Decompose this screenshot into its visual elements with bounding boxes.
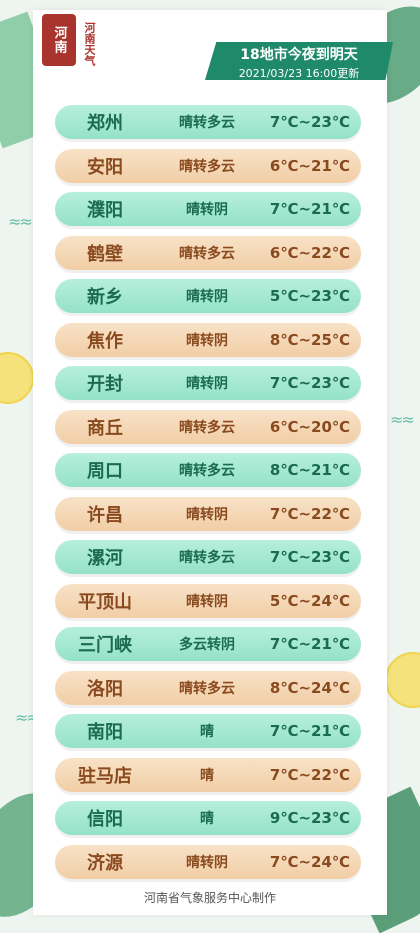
forecast-row: 商丘 晴转多云 6℃~20℃ [55,409,361,444]
forecast-row: 洛阳 晴转多云 8℃~24℃ [55,670,361,705]
weather-condition: 晴转阴 [186,854,228,871]
title-banner: 18地市今夜到明天 2021/03/23 16:00更新 [205,42,393,80]
forecast-row: 安阳 晴转多云 6℃~21℃ [55,148,361,183]
temperature-range: 6℃~20℃ [269,417,351,436]
weather-condition: 晴 [200,724,214,740]
forecast-row: 信阳 晴 9℃~23℃ [55,801,361,835]
forecast-row: 濮阳 晴转阴 7℃~21℃ [55,192,361,226]
temperature-range: 8℃~25℃ [269,330,351,349]
temperature-range: 7℃~22℃ [269,765,351,784]
weather-condition: 晴转阴 [186,332,228,349]
forecast-row: 焦作 晴转阴 8℃~25℃ [55,322,361,357]
temperature-range: 7℃~24℃ [269,852,351,871]
weather-condition: 晴转多云 [179,115,235,131]
henan-weather-logo: 河南 [42,14,76,66]
lemon-slice-decoration [0,352,34,404]
wave-decoration: ≈≈ [390,410,415,429]
city-name: 安阳 [87,156,123,178]
weather-condition: 晴转多云 [179,550,235,566]
lemon-slice-decoration [385,652,420,708]
temperature-range: 7℃~23℃ [269,113,351,131]
weather-condition: 晴转多云 [179,158,235,175]
weather-condition: 晴转阴 [186,593,228,610]
city-name: 郑州 [87,113,123,134]
wave-decoration: ≈≈ [8,212,33,231]
city-name: 南阳 [87,722,123,743]
weather-condition: 晴转多云 [179,463,235,479]
city-name: 济源 [87,852,123,874]
forecast-row: 平顶山 晴转阴 5℃~24℃ [55,583,361,618]
forecast-row: 南阳 晴 7℃~21℃ [55,714,361,748]
temperature-range: 6℃~22℃ [269,243,351,262]
city-name: 新乡 [87,287,123,308]
forecast-row: 驻马店 晴 7℃~22℃ [55,757,361,792]
temperature-range: 7℃~21℃ [269,200,351,218]
forecast-row: 新乡 晴转阴 5℃~23℃ [55,279,361,313]
weather-condition: 晴转阴 [186,376,228,392]
city-name: 漯河 [87,548,123,569]
weather-condition: 晴转阴 [186,202,228,218]
city-name: 信阳 [87,809,123,830]
city-name: 驻马店 [78,765,132,787]
weather-condition: 晴转多云 [179,419,235,436]
city-name: 洛阳 [87,678,123,700]
temperature-range: 5℃~24℃ [269,591,351,610]
footer-credit: 河南省气象服务中心制作 [143,891,276,905]
temperature-range: 5℃~23℃ [269,287,351,305]
forecast-row: 郑州 晴转多云 7℃~23℃ [55,105,361,139]
city-name: 濮阳 [87,200,123,221]
update-time: 2021/03/23 16:00更新 [238,67,360,80]
forecast-row: 许昌 晴转阴 7℃~22℃ [55,496,361,531]
city-name: 平顶山 [78,591,132,613]
temperature-range: 7℃~21℃ [269,635,351,653]
temperature-range: 7℃~23℃ [269,548,351,566]
weather-condition: 晴转阴 [186,506,228,523]
weather-condition: 晴转多云 [179,245,235,262]
weather-condition: 晴转阴 [186,289,228,305]
banner-title: 18地市今夜到明天 [240,47,358,63]
forecast-row: 漯河 晴转多云 7℃~23℃ [55,540,361,574]
forecast-row: 济源 晴转阴 7℃~24℃ [55,844,361,879]
temperature-range: 7℃~23℃ [269,374,351,392]
weather-condition: 晴转多云 [179,680,235,697]
city-name: 开封 [87,374,123,395]
city-name: 三门峡 [78,635,132,656]
weather-condition: 晴 [200,767,214,784]
city-name: 焦作 [87,330,123,352]
forecast-row: 鹤壁 晴转多云 6℃~22℃ [55,235,361,270]
city-name: 鹤壁 [87,243,123,265]
weather-condition: 多云转阴 [179,637,235,653]
city-name: 商丘 [87,417,123,439]
temperature-range: 7℃~21℃ [269,722,351,740]
forecast-row: 三门峡 多云转阴 7℃~21℃ [55,627,361,661]
city-name: 许昌 [87,504,123,526]
temperature-range: 8℃~21℃ [269,461,351,479]
forecast-row: 开封 晴转阴 7℃~23℃ [55,366,361,400]
logo-side-text: 河南天气 [83,22,96,66]
temperature-range: 9℃~23℃ [269,809,351,827]
temperature-range: 8℃~24℃ [269,678,351,697]
forecast-row: 周口 晴转多云 8℃~21℃ [55,453,361,487]
weather-condition: 晴 [200,811,214,827]
temperature-range: 7℃~22℃ [269,504,351,523]
temperature-range: 6℃~21℃ [269,156,351,175]
city-name: 周口 [87,461,123,482]
